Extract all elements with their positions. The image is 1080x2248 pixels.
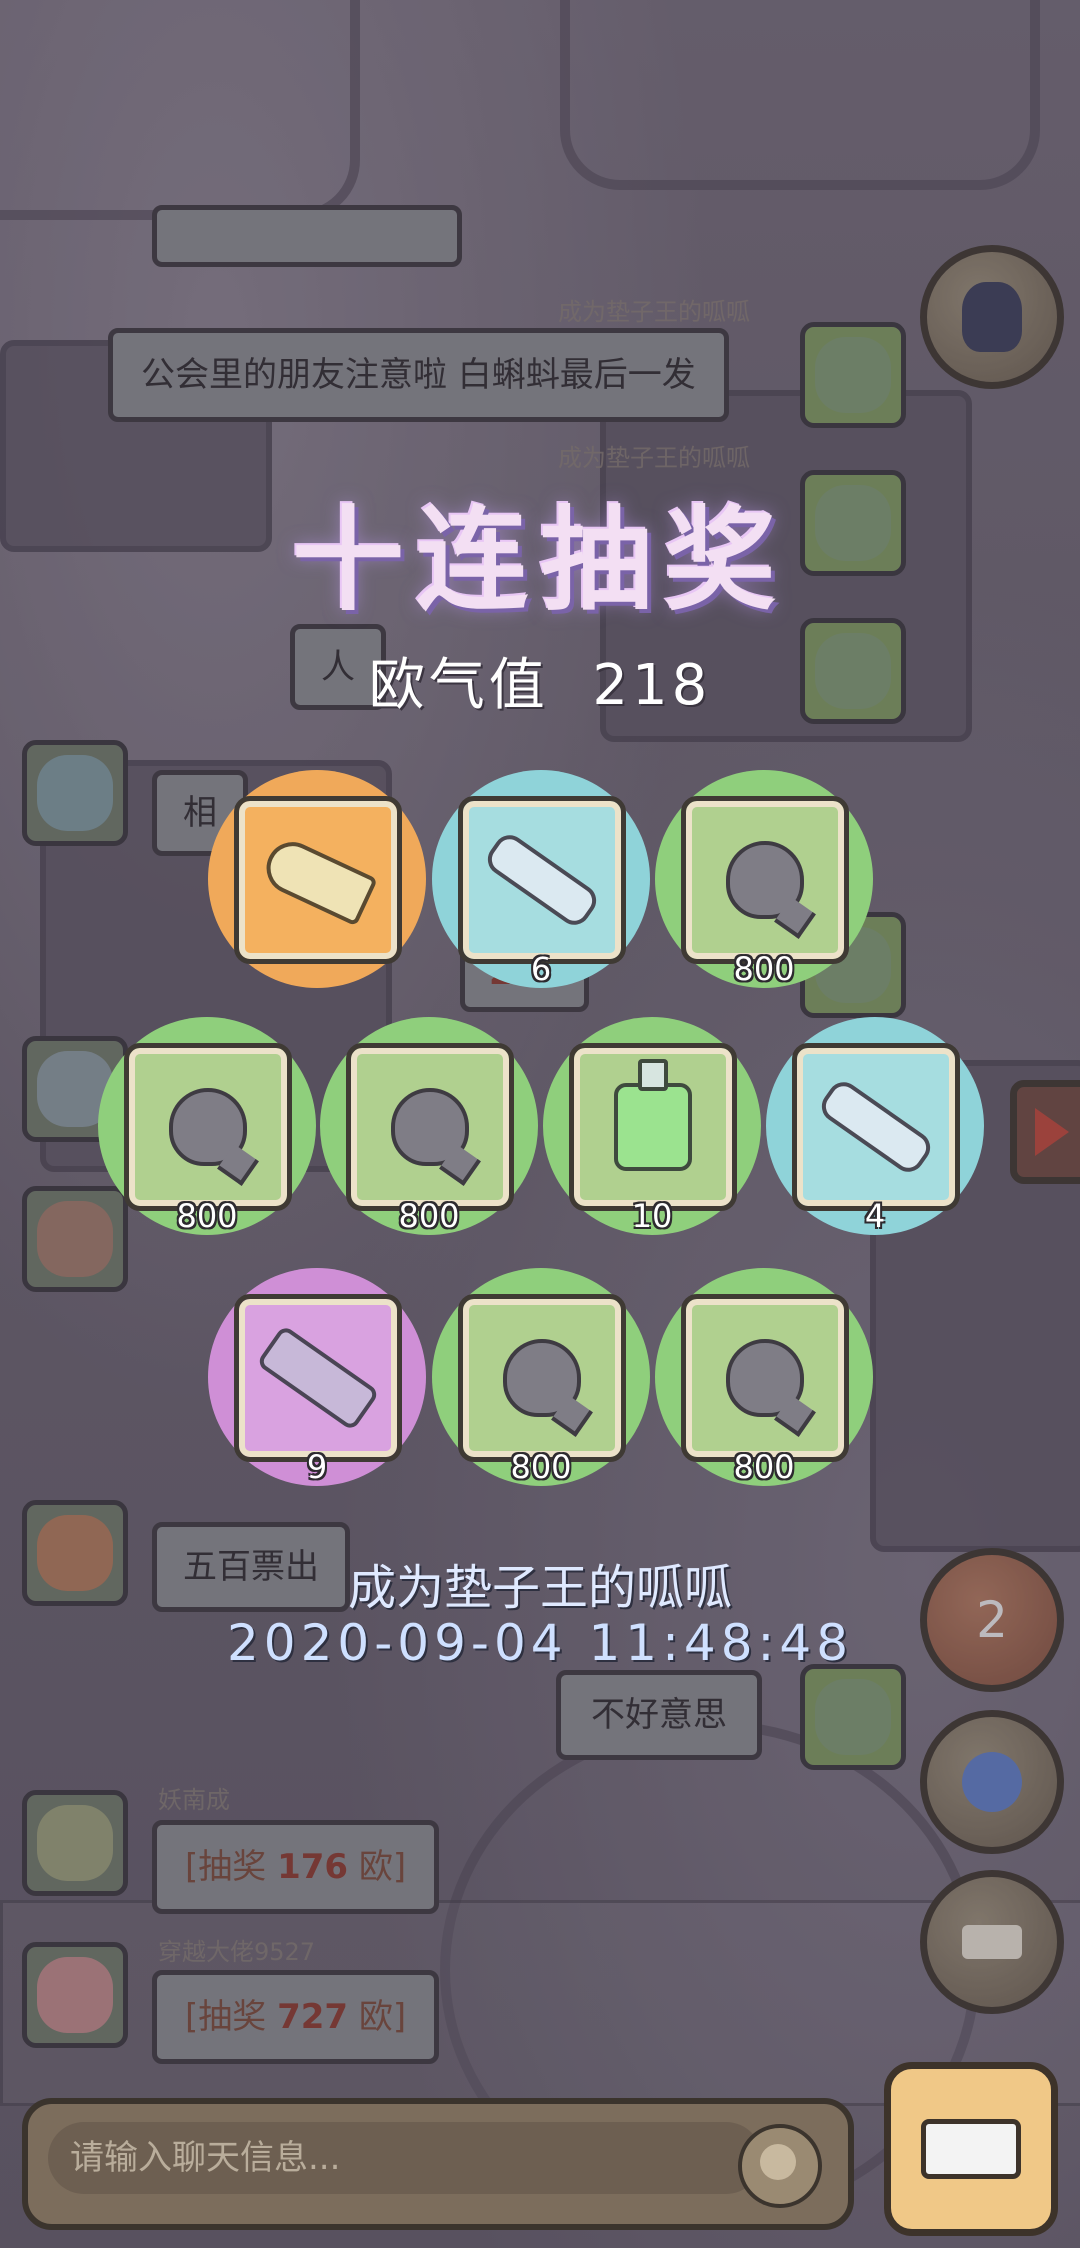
- send-button[interactable]: [884, 2062, 1058, 2236]
- draw-title: 十连抽奖: [292, 496, 788, 626]
- send-arrow-icon: [921, 2119, 1021, 2179]
- reward-card: [681, 796, 849, 964]
- reward-card: [458, 1294, 626, 1462]
- reward-count: 800: [398, 1197, 460, 1235]
- reward-card: [234, 1294, 402, 1462]
- luck-value-line: 欧气值 218: [0, 640, 1080, 721]
- reward-count: 800: [510, 1448, 572, 1486]
- ghost-icon: [726, 1339, 804, 1417]
- reward-card: [458, 796, 626, 964]
- reward-card: [569, 1043, 737, 1211]
- reward-item[interactable]: [208, 770, 426, 988]
- emoji-button[interactable]: [738, 2124, 822, 2208]
- reward-count: 10: [631, 1197, 673, 1235]
- scroll-icon: [815, 1075, 937, 1179]
- reward-item[interactable]: 10: [543, 1017, 761, 1235]
- reward-count: 9: [306, 1448, 328, 1486]
- luck-value: 218: [592, 653, 712, 718]
- chat-input[interactable]: [48, 2122, 762, 2194]
- reward-item[interactable]: 800: [98, 1017, 316, 1235]
- reward-card: [234, 796, 402, 964]
- reward-card: [792, 1043, 960, 1211]
- reward-count: 800: [733, 950, 795, 988]
- reward-card: [681, 1294, 849, 1462]
- reward-count: 800: [176, 1197, 238, 1235]
- potion-icon: [614, 1059, 692, 1171]
- reward-item[interactable]: 800: [655, 1268, 873, 1486]
- horn-icon: [258, 833, 378, 927]
- draw-timestamp: 2020-09-04 11:48:48: [226, 1614, 854, 1672]
- luck-label: 欧气值: [368, 653, 549, 718]
- emoji-icon: [760, 2144, 796, 2180]
- reward-item[interactable]: 4: [766, 1017, 984, 1235]
- scroll-icon: [481, 828, 603, 932]
- reward-item[interactable]: 6: [432, 770, 650, 988]
- reward-count: 4: [864, 1197, 886, 1235]
- winner-name: 成为垫子王的呱呱: [347, 1560, 732, 1616]
- ghost-icon: [726, 841, 804, 919]
- reward-count: 800: [733, 1448, 795, 1486]
- ghost-icon: [169, 1088, 247, 1166]
- reward-card: [346, 1043, 514, 1211]
- reward-card: [124, 1043, 292, 1211]
- ghost-icon: [503, 1339, 581, 1417]
- reward-item[interactable]: 800: [320, 1017, 538, 1235]
- reward-item[interactable]: 800: [655, 770, 873, 988]
- reward-item[interactable]: 800: [432, 1268, 650, 1486]
- telescope-icon: [255, 1324, 381, 1432]
- reward-count: 6: [530, 950, 552, 988]
- reward-item[interactable]: 9: [208, 1268, 426, 1486]
- ghost-icon: [391, 1088, 469, 1166]
- chat-input-bar: [22, 2098, 854, 2230]
